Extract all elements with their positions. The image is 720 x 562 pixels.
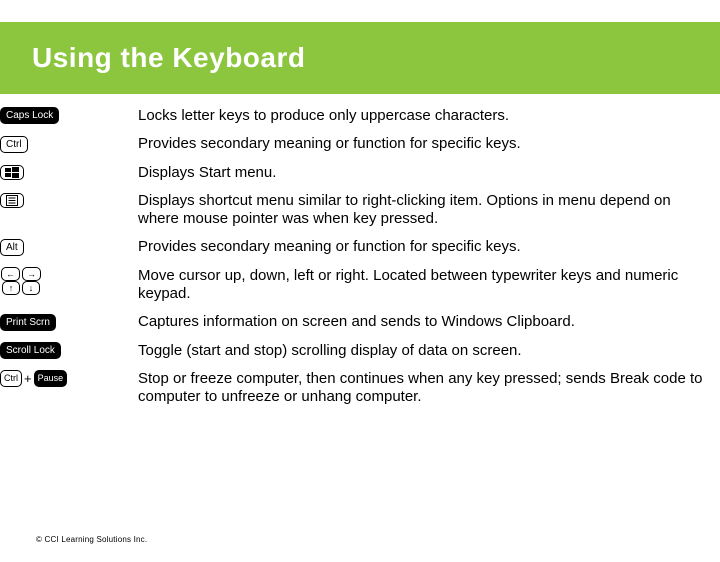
table-row: Caps Lock Locks letter keys to produce o… bbox=[0, 102, 720, 130]
table-row: Alt Provides secondary meaning or functi… bbox=[0, 233, 720, 261]
menu-key-icon bbox=[0, 193, 24, 208]
pause-key-icon: Pause bbox=[34, 370, 68, 387]
table-row: Ctrl Provides secondary meaning or funct… bbox=[0, 130, 720, 158]
arrow-keys-icon: ←→ ↑↓ bbox=[0, 267, 42, 295]
key-description: Provides secondary meaning or function f… bbox=[138, 130, 720, 158]
windows-key-icon bbox=[0, 165, 24, 180]
key-description: Displays shortcut menu similar to right-… bbox=[138, 187, 720, 234]
key-description: Stop or freeze computer, then continues … bbox=[138, 365, 720, 412]
arrow-up-icon: ↑ bbox=[2, 281, 20, 295]
key-description: Provides secondary meaning or function f… bbox=[138, 233, 720, 261]
capslock-key-icon: Caps Lock bbox=[0, 107, 59, 124]
alt-key-icon: Alt bbox=[0, 239, 24, 256]
ctrl-key-icon: Ctrl bbox=[0, 136, 28, 153]
key-description: Displays Start menu. bbox=[138, 159, 720, 187]
table-row: Displays Start menu. bbox=[0, 159, 720, 187]
page-title: Using the Keyboard bbox=[32, 42, 305, 74]
table-row: Print Scrn Captures information on scree… bbox=[0, 308, 720, 336]
title-band: Using the Keyboard bbox=[0, 22, 720, 94]
printscrn-key-icon: Print Scrn bbox=[0, 314, 56, 331]
key-description: Captures information on screen and sends… bbox=[138, 308, 720, 336]
ctrl-key-icon: Ctrl bbox=[0, 370, 22, 387]
content-area: Caps Lock Locks letter keys to produce o… bbox=[0, 102, 720, 412]
arrow-right-icon: → bbox=[22, 267, 41, 281]
arrow-down-icon: ↓ bbox=[22, 281, 40, 295]
table-row: Displays shortcut menu similar to right-… bbox=[0, 187, 720, 234]
table-row: ←→ ↑↓ Move cursor up, down, left or righ… bbox=[0, 262, 720, 309]
key-description: Toggle (start and stop) scrolling displa… bbox=[138, 337, 720, 365]
key-description: Move cursor up, down, left or right. Loc… bbox=[138, 262, 720, 309]
scrolllock-key-icon: Scroll Lock bbox=[0, 342, 61, 359]
table-row: Scroll Lock Toggle (start and stop) scro… bbox=[0, 337, 720, 365]
plus-icon: + bbox=[24, 371, 32, 386]
arrow-left-icon: ← bbox=[1, 267, 20, 281]
table-row: Ctrl+Pause Stop or freeze computer, then… bbox=[0, 365, 720, 412]
key-description: Locks letter keys to produce only upperc… bbox=[138, 102, 720, 130]
keys-table: Caps Lock Locks letter keys to produce o… bbox=[0, 102, 720, 412]
